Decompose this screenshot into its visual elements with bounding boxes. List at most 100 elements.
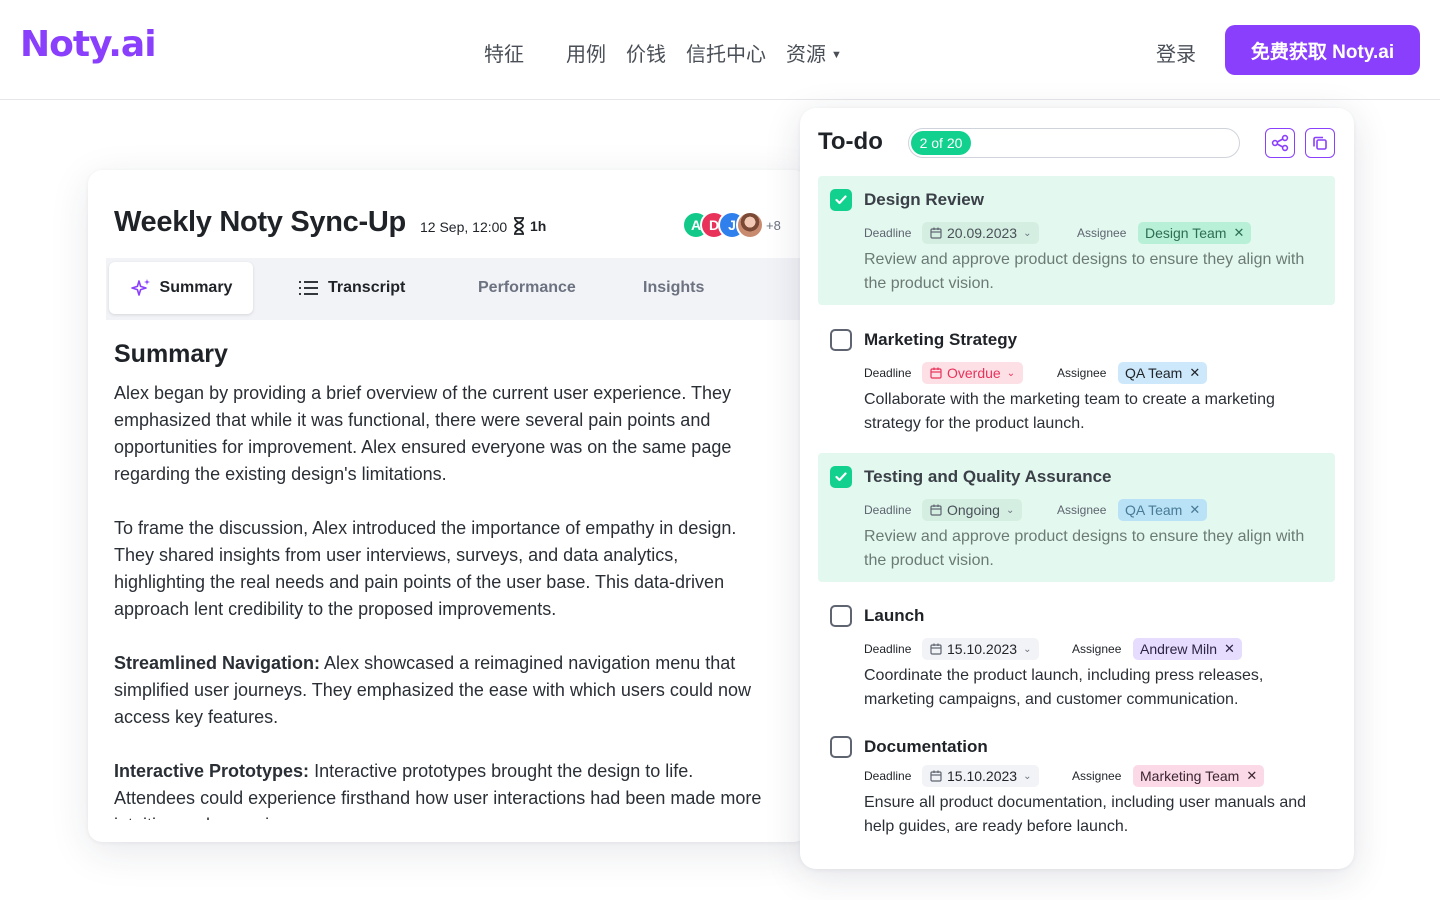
task-description: Ensure all product documentation, includ… <box>864 794 1307 835</box>
tab-summary-label: Summary <box>159 279 233 296</box>
tab-transcript-label: Transcript <box>328 279 406 296</box>
deadline-picker[interactable]: Ongoing ⌄ <box>922 499 1023 521</box>
assignee-chip[interactable]: Design Team ✕ <box>1138 222 1252 244</box>
assignee-label: Assignee <box>1057 366 1107 380</box>
todo-progress-bar: 2 of 20 <box>908 128 1240 158</box>
paragraph-lead: Streamlined Navigation: <box>114 653 321 673</box>
assignee-name: Andrew Miln <box>1140 641 1218 657</box>
chevron-down-icon: ⌄ <box>1005 504 1015 516</box>
deadline-value: 15.10.2023 <box>947 641 1018 657</box>
meeting-title: Weekly Noty Sync-Up <box>114 206 406 238</box>
share-button[interactable] <box>1265 128 1295 158</box>
nav-item-resources[interactable]: 资源 ▼ <box>786 38 842 67</box>
task-checkbox[interactable] <box>830 466 852 488</box>
assignee-chip[interactable]: Marketing Team ✕ <box>1133 765 1265 787</box>
deadline-label: Deadline <box>864 642 912 656</box>
caret-down-icon: ▼ <box>831 49 842 61</box>
paragraph-text: To frame the discussion, Alex introduced… <box>114 518 737 619</box>
task-name: Launch <box>864 606 925 625</box>
deadline-label: Deadline <box>864 769 912 783</box>
paragraph-text: Alex began by providing a brief overview… <box>114 383 732 484</box>
deadline-value: Ongoing <box>947 502 1000 518</box>
check-icon <box>835 472 847 482</box>
login-link[interactable]: 登录 <box>1156 38 1196 67</box>
check-icon <box>835 195 847 205</box>
share-icon <box>1271 134 1289 152</box>
summary-paragraph: To frame the discussion, Alex introduced… <box>114 515 774 623</box>
close-icon[interactable]: ✕ <box>1224 641 1235 657</box>
brand-logo[interactable]: Noty.ai <box>20 24 157 65</box>
calendar-icon <box>930 770 942 782</box>
task-name: Marketing Strategy <box>864 330 1018 349</box>
calendar-icon <box>930 504 942 516</box>
signup-cta-button[interactable]: 免费获取 Noty.ai <box>1225 25 1420 75</box>
summary-paragraph: Streamlined Navigation: Alex showcased a… <box>114 650 774 731</box>
todo-task: Launch Deadline 15.10.2023 ⌄ Assignee Andrew … <box>818 592 1335 718</box>
nav-item-resources-label: 资源 <box>786 44 826 66</box>
hourglass-icon <box>514 217 524 235</box>
assignee-label: Assignee <box>1057 503 1107 517</box>
todo-card: To-do 2 of 20 Design Review Deadline 20.09… <box>800 108 1354 869</box>
deadline-picker[interactable]: 15.10.2023 ⌄ <box>922 765 1040 787</box>
task-checkbox[interactable] <box>830 736 852 758</box>
assignee-name: Design Team <box>1145 225 1227 241</box>
todo-task: Marketing Strategy Deadline Overdue ⌄ Assign… <box>818 316 1335 444</box>
assignee-label: Assignee <box>1077 226 1127 240</box>
calendar-icon <box>930 367 942 379</box>
tab-transcript[interactable]: Transcript <box>298 262 405 314</box>
todo-task: Testing and Quality Assurance Deadline Ong… <box>818 453 1335 582</box>
calendar-icon <box>930 643 942 655</box>
attendee-avatars[interactable]: A D J +8 <box>682 211 781 239</box>
deadline-value: Overdue <box>947 365 1001 381</box>
tab-insights[interactable]: Insights <box>643 262 704 314</box>
todo-progress-fill: 2 of 20 <box>911 131 971 155</box>
todo-task: Design Review Deadline 20.09.2023 ⌄ Assignee… <box>818 176 1335 305</box>
task-checkbox[interactable] <box>830 329 852 351</box>
tab-summary[interactable]: Summary <box>109 262 253 314</box>
nav-item-trust-center[interactable]: 信托中心 <box>686 38 766 67</box>
assignee-chip[interactable]: QA Team ✕ <box>1118 362 1208 384</box>
meeting-tabs: Summary Transcript Performance Insights <box>106 258 808 320</box>
copy-icon <box>1313 136 1327 150</box>
nav-item-pricing[interactable]: 价钱 <box>626 38 666 67</box>
deadline-picker[interactable]: 15.10.2023 ⌄ <box>922 638 1040 660</box>
chevron-down-icon: ⌄ <box>1023 770 1032 782</box>
task-checkbox[interactable] <box>830 605 852 627</box>
summary-paragraph: Alex began by providing a brief overview… <box>114 380 774 488</box>
close-icon[interactable]: ✕ <box>1233 225 1244 241</box>
deadline-value: 20.09.2023 <box>947 225 1018 241</box>
chevron-down-icon: ⌄ <box>1023 227 1032 239</box>
task-description: Review and approve product designs to en… <box>864 251 1305 292</box>
task-description: Review and approve product designs to en… <box>864 528 1305 569</box>
close-icon[interactable]: ✕ <box>1189 365 1200 381</box>
deadline-label: Deadline <box>864 366 912 380</box>
assignee-chip[interactable]: QA Team ✕ <box>1118 499 1208 521</box>
meeting-duration: 1h <box>512 217 546 235</box>
task-description: Coordinate the product launch, including… <box>864 667 1264 708</box>
nav-item-use-cases[interactable]: 用例 <box>566 38 606 67</box>
nav-item-features[interactable]: 特征 <box>484 38 524 67</box>
deadline-picker[interactable]: Overdue ⌄ <box>922 362 1024 384</box>
task-name: Design Review <box>864 190 984 209</box>
main-nav: 特征 用例 价钱 信托中心 资源 ▼ <box>484 38 842 67</box>
meeting-date: 12 Sep, 12:00 <box>420 219 508 235</box>
assignee-name: QA Team <box>1125 365 1183 381</box>
calendar-icon <box>930 227 942 239</box>
site-header: Noty.ai 特征 用例 价钱 信托中心 资源 ▼ 登录 免费获取 Noty.a… <box>0 0 1440 100</box>
todo-task: Documentation Deadline 15.10.2023 ⌄ Assignee… <box>818 723 1335 853</box>
task-description: Collaborate with the marketing team to c… <box>864 391 1275 432</box>
avatar-photo <box>736 211 764 239</box>
assignee-chip[interactable]: Andrew Miln ✕ <box>1133 638 1242 660</box>
sparkle-icon <box>130 279 150 296</box>
copy-button[interactable] <box>1305 128 1335 158</box>
close-icon[interactable]: ✕ <box>1246 768 1257 784</box>
chevron-down-icon: ⌄ <box>1006 367 1016 379</box>
assignee-label: Assignee <box>1072 642 1122 656</box>
deadline-value: 15.10.2023 <box>947 768 1018 784</box>
task-checkbox[interactable] <box>830 189 852 211</box>
tab-performance[interactable]: Performance <box>478 262 576 314</box>
assignee-name: Marketing Team <box>1140 768 1240 784</box>
list-icon <box>299 281 318 295</box>
deadline-picker[interactable]: 20.09.2023 ⌄ <box>922 222 1040 244</box>
close-icon[interactable]: ✕ <box>1189 502 1200 518</box>
